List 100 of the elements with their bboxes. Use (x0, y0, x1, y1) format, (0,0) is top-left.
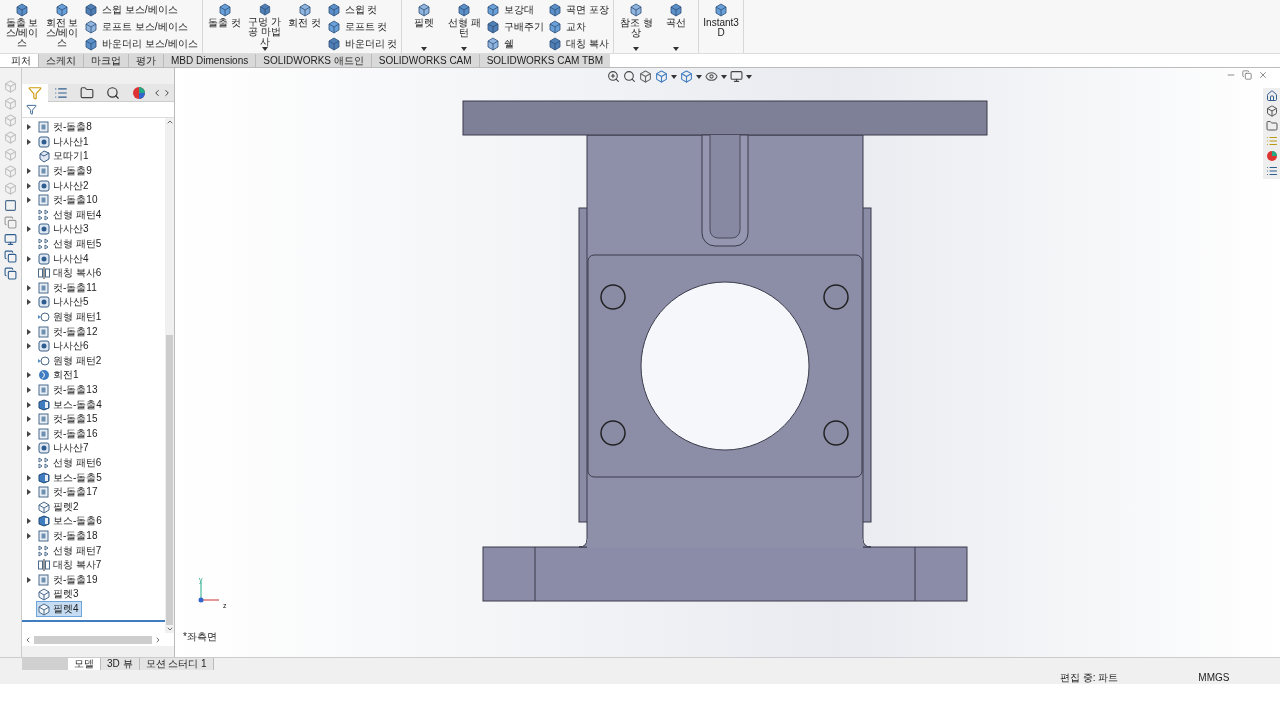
ribbon-button[interactable]: 선형 패턴 (446, 3, 483, 53)
scroll-down-icon[interactable] (165, 625, 174, 633)
ribbon-tab[interactable]: SOLIDWORKS 애드인 (255, 54, 371, 67)
caret-icon[interactable] (746, 74, 752, 79)
feature-tree-item[interactable]: 컷-돌출13 (36, 382, 101, 398)
expand-arrow-icon[interactable] (27, 474, 31, 481)
feature-tree-item[interactable]: 선형 패턴4 (36, 206, 105, 223)
caret-icon[interactable] (633, 47, 640, 51)
filter-icon[interactable] (26, 104, 37, 115)
expand-arrow-icon[interactable] (27, 299, 31, 306)
ribbon-button[interactable]: 필렛 (406, 3, 443, 53)
feature-tree-item[interactable]: 나사산1 (36, 133, 92, 150)
ribbon-button[interactable]: 회전 보스/베이스 (44, 3, 80, 53)
feature-tree-item[interactable]: 필렛2 (36, 498, 82, 515)
scroll-left-icon[interactable] (24, 635, 32, 644)
ribbon-button[interactable]: 로프트 보스/베이스 (84, 20, 198, 34)
scroll-left-icon[interactable] (152, 88, 162, 98)
expand-arrow-icon[interactable] (27, 489, 31, 496)
expand-arrow-icon[interactable] (27, 387, 31, 393)
feature-tree-item[interactable]: 모따기1 (36, 148, 92, 165)
feature-tree-item[interactable]: 나사산3 (36, 221, 92, 238)
properties-icon[interactable] (1265, 165, 1278, 177)
feature-tree-item[interactable]: 컷-돌출11 (36, 279, 100, 296)
feature-tree-item[interactable]: 필렛3 (36, 586, 82, 603)
ribbon-button[interactable]: 구멍 가공 마법사 (246, 3, 283, 53)
caret-icon[interactable] (721, 74, 727, 79)
expand-arrow-icon[interactable] (27, 255, 31, 262)
ribbon-button[interactable]: 스윕 컷 (326, 3, 398, 17)
feature-tree-item[interactable]: 선형 패턴7 (36, 542, 105, 559)
feature-tree-item[interactable]: 나사산6 (36, 338, 92, 355)
expand-arrow-icon[interactable] (27, 197, 31, 204)
expand-arrow-icon[interactable] (27, 518, 31, 525)
ribbon-tab[interactable]: SOLIDWORKS CAM TBM (478, 54, 611, 67)
ribbon-tab[interactable]: 마크업 (83, 54, 128, 67)
feature-tree-item[interactable]: 보스-돌출6 (36, 513, 105, 530)
caret-icon[interactable] (671, 74, 677, 79)
ribbon-button[interactable]: 바운더리 컷 (326, 37, 398, 51)
expand-arrow-icon[interactable] (27, 182, 31, 189)
model-tab[interactable]: 모션 스터디 1 (139, 658, 214, 670)
caret-icon[interactable] (461, 47, 468, 51)
appearance-tab-icon[interactable] (132, 86, 146, 100)
feature-tree-item[interactable]: 필렛4 (36, 600, 82, 617)
feature-tree-item[interactable]: 대칭 복사7 (36, 557, 105, 574)
expand-arrow-icon[interactable] (27, 124, 31, 131)
vertical-scrollbar[interactable] (165, 118, 174, 633)
ribbon-button[interactable]: 쉘 (486, 37, 545, 51)
display-style-icon[interactable] (680, 70, 693, 83)
feature-tree-item[interactable]: 컷-돌출15 (36, 411, 101, 428)
ribbon-button[interactable]: 돌출 보스/베이스 (4, 3, 40, 53)
expand-arrow-icon[interactable] (27, 445, 31, 452)
feature-tree-item[interactable]: 대칭 복사6 (36, 265, 105, 282)
ribbon-button[interactable]: 스윕 보스/베이스 (84, 3, 198, 17)
ribbon-tab[interactable]: MBD Dimensions (163, 54, 256, 67)
ribbon-button[interactable]: 보강대 (486, 3, 545, 17)
ribbon-button[interactable]: 바운더리 보스/베이스 (84, 37, 198, 51)
ribbon-tab[interactable]: 스케치 (38, 54, 83, 67)
view-orientation-icon[interactable] (655, 70, 668, 83)
copy-icon[interactable] (4, 267, 17, 280)
ribbon-tab[interactable]: 평가 (128, 54, 163, 67)
horizontal-scrollbar[interactable] (22, 633, 174, 646)
display-icon[interactable] (4, 233, 17, 246)
ribbon-tab[interactable]: SOLIDWORKS CAM (370, 54, 479, 67)
ribbon-button[interactable]: 로프트 컷 (326, 20, 398, 34)
feature-tree-item[interactable]: 컷-돌출10 (36, 192, 101, 209)
scroll-right-icon[interactable] (154, 635, 162, 644)
feature-tree-item[interactable]: 나사산7 (36, 440, 92, 457)
expand-arrow-icon[interactable] (27, 343, 31, 350)
expand-arrow-icon[interactable] (27, 401, 31, 408)
copy-icon[interactable] (4, 250, 17, 263)
scroll-right-icon[interactable] (162, 88, 172, 98)
feature-tree-item[interactable]: 컷-돌출9 (36, 163, 95, 180)
section-view-icon[interactable] (639, 70, 652, 83)
ribbon-button[interactable]: 교차 (548, 20, 610, 34)
feature-tree-item[interactable]: 원형 패턴1 (36, 309, 105, 325)
ribbon-button[interactable]: 회전 컷 (286, 3, 323, 53)
feature-tree-item[interactable]: 보스-돌출5 (36, 469, 105, 486)
ribbon-button[interactable]: 곡면 포장 (548, 3, 610, 17)
ribbon-button[interactable]: 대칭 복사 (548, 37, 610, 51)
caret-icon[interactable] (421, 47, 428, 51)
restore-icon[interactable] (1242, 70, 1252, 80)
appearance-icon[interactable] (1265, 150, 1278, 162)
expand-arrow-icon[interactable] (27, 138, 31, 145)
expand-arrow-icon[interactable] (27, 372, 31, 379)
feature-tree-item[interactable]: 컷-돌출18 (36, 527, 101, 544)
ribbon-button[interactable]: 곡선 (658, 3, 695, 53)
ribbon-button[interactable]: 돌출 컷 (206, 3, 243, 53)
caret-icon[interactable] (261, 47, 268, 51)
feature-tree-item[interactable]: 컷-돌출16 (36, 425, 101, 442)
home-icon[interactable] (1265, 90, 1278, 102)
feature-tree-item[interactable]: 컷-돌출12 (36, 323, 101, 340)
feature-tree-item[interactable]: 선형 패턴5 (36, 236, 105, 253)
expand-arrow-icon[interactable] (27, 430, 31, 437)
feature-tree-item[interactable]: 선형 패턴6 (36, 454, 105, 471)
expand-arrow-icon[interactable] (27, 284, 31, 291)
expand-arrow-icon[interactable] (27, 328, 31, 335)
model-tab[interactable]: 3D 뷰 (101, 658, 140, 670)
feature-tree-item[interactable]: 나사산4 (36, 250, 92, 267)
feature-tree-item[interactable]: 회전1 (36, 367, 82, 384)
zoom-icon[interactable] (607, 70, 620, 83)
feature-tree-item[interactable]: 컷-돌출8 (36, 119, 95, 136)
